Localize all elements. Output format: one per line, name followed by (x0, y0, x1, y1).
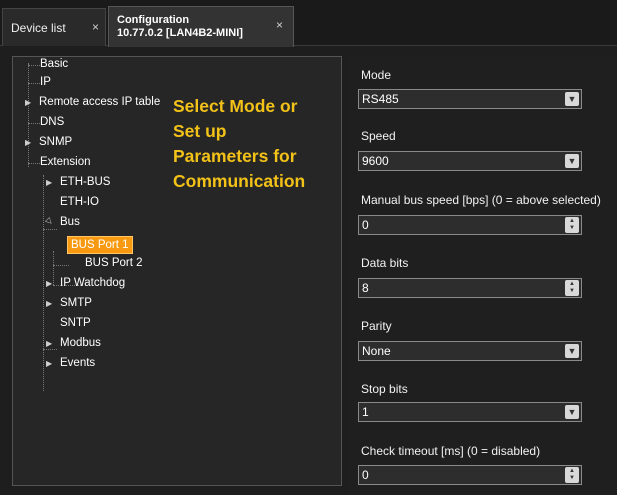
tab-device-list-label: Device list (11, 20, 66, 35)
stop-bits-select[interactable]: 1 ▼ (358, 402, 582, 422)
tree-item-eth-bus[interactable]: ▶ ETH-BUS (46, 176, 110, 188)
expand-arrow-icon[interactable]: ▶ (46, 178, 56, 187)
manual-bus-speed-label: Manual bus speed [bps] (0 = above select… (361, 193, 601, 207)
tree-item-label: Modbus (60, 337, 101, 349)
tree-connector (28, 63, 29, 167)
expand-arrow-icon[interactable]: ▶ (46, 279, 56, 288)
tree-connector (28, 83, 40, 84)
tree-item-eth-io[interactable]: ETH-IO (60, 196, 99, 208)
tree-connector (43, 229, 57, 230)
annotation-line: Parameters for (173, 146, 297, 166)
data-bits-value: 8 (362, 281, 369, 295)
tab-configuration-title-line1: Configuration (117, 14, 190, 26)
tree-item-label: BUS Port 1 (71, 239, 129, 251)
spinner-icon[interactable]: ▲ ▼ (565, 280, 579, 296)
annotation-line: Communication (173, 171, 306, 191)
chevron-down-icon[interactable]: ▼ (565, 405, 579, 419)
expand-arrow-icon[interactable]: ▶ (46, 339, 56, 348)
tree-item-label: ETH-IO (60, 196, 99, 208)
parity-select[interactable]: None ▼ (358, 341, 582, 361)
tree-item-label: SMTP (60, 297, 92, 309)
check-timeout-input[interactable]: 0 ▲ ▼ (358, 465, 582, 485)
tree-connector (28, 163, 40, 164)
tree-item-label: ETH-BUS (60, 176, 111, 188)
tab-bar: Device list × Configuration 10.77.0.2 [L… (0, 0, 617, 47)
bus-port-settings: Mode RS485 ▼ Speed 9600 ▼ Manual bus spe… (350, 56, 617, 495)
tree-item-bus[interactable]: ▷ Bus (44, 215, 80, 228)
chevron-down-icon[interactable]: ▼ (565, 154, 579, 168)
expand-arrow-icon[interactable]: ▶ (25, 138, 35, 147)
speed-value: 9600 (362, 154, 389, 168)
data-bits-input[interactable]: 8 ▲ ▼ (358, 278, 582, 298)
tree-item-label: BUS Port 2 (85, 257, 143, 269)
tree-item-ip-watchdog[interactable]: ▶ IP Watchdog (46, 277, 125, 289)
close-icon[interactable]: × (92, 20, 99, 34)
tree-item-snmp[interactable]: ▶ SNMP (25, 136, 72, 148)
tree-item-smtp[interactable]: ▶ SMTP (46, 297, 92, 309)
chevron-down-icon[interactable]: ▼ (565, 92, 579, 106)
parity-value: None (362, 344, 391, 358)
expand-arrow-icon[interactable]: ▶ (25, 98, 35, 107)
tree-item-ip[interactable]: IP (40, 76, 51, 88)
manual-bus-speed-value: 0 (362, 218, 369, 232)
tree-item-modbus[interactable]: ▶ Modbus (46, 337, 101, 349)
tree-item-bus-port-1[interactable]: BUS Port 1 (67, 236, 133, 254)
tree-item-sntp[interactable]: SNTP (60, 317, 91, 329)
mode-label: Mode (361, 68, 392, 82)
check-timeout-value: 0 (362, 468, 369, 482)
instruction-annotation: Select Mode or Set up Parameters for Com… (173, 94, 343, 194)
expand-arrow-icon[interactable]: ▶ (46, 299, 56, 308)
stop-bits-value: 1 (362, 405, 369, 419)
tree-item-label: Events (60, 357, 96, 369)
tree-item-label: Bus (60, 216, 80, 228)
tree-connector (28, 123, 40, 124)
tree-connector (43, 175, 44, 391)
tab-configuration[interactable]: Configuration 10.77.0.2 [LAN4B2-MINI] × (108, 6, 294, 47)
tree-connector (28, 65, 40, 66)
tree-item-label: SNMP (39, 136, 73, 148)
speed-label: Speed (361, 129, 396, 143)
chevron-down-icon[interactable]: ▼ (565, 344, 579, 358)
manual-bus-speed-input[interactable]: 0 ▲ ▼ (358, 215, 582, 235)
tree-item-basic[interactable]: Basic (40, 58, 68, 70)
tree-item-events[interactable]: ▶ Events (46, 357, 95, 369)
annotation-line: Select Mode or (173, 96, 298, 116)
tree-connector (53, 265, 69, 266)
tree-item-dns[interactable]: DNS (40, 116, 64, 128)
tree-item-label: IP (40, 76, 51, 88)
stop-bits-label: Stop bits (361, 382, 408, 396)
parity-label: Parity (361, 319, 392, 333)
spinner-icon[interactable]: ▲ ▼ (565, 217, 579, 233)
data-bits-label: Data bits (361, 256, 409, 270)
close-icon[interactable]: × (276, 18, 283, 32)
speed-select[interactable]: 9600 ▼ (358, 151, 582, 171)
check-timeout-label: Check timeout [ms] (0 = disabled) (361, 444, 541, 458)
tree-item-label: IP Watchdog (60, 277, 126, 289)
tree-item-label: SNTP (60, 317, 91, 329)
tree-item-remote-access[interactable]: ▶ Remote access IP table (25, 96, 160, 108)
tree-item-label: DNS (40, 116, 65, 128)
collapse-arrow-icon[interactable]: ▷ (44, 215, 57, 228)
annotation-line: Set up (173, 121, 227, 141)
expand-arrow-icon[interactable]: ▶ (46, 359, 56, 368)
tab-device-list[interactable]: Device list × (2, 8, 106, 46)
tree-item-label: Extension (40, 156, 91, 168)
tree-item-bus-port-2[interactable]: BUS Port 2 (85, 257, 143, 269)
mode-select[interactable]: RS485 ▼ (358, 89, 582, 109)
tab-configuration-title: Configuration 10.77.0.2 [LAN4B2-MINI] (117, 14, 243, 40)
tree-item-label: Basic (40, 58, 69, 70)
tab-configuration-title-line2: 10.77.0.2 [LAN4B2-MINI] (117, 27, 243, 39)
tree-connector (43, 349, 57, 350)
tree-item-extension[interactable]: Extension (40, 156, 91, 168)
mode-value: RS485 (362, 92, 399, 106)
spinner-icon[interactable]: ▲ ▼ (565, 467, 579, 483)
tree-item-label: Remote access IP table (39, 96, 161, 108)
